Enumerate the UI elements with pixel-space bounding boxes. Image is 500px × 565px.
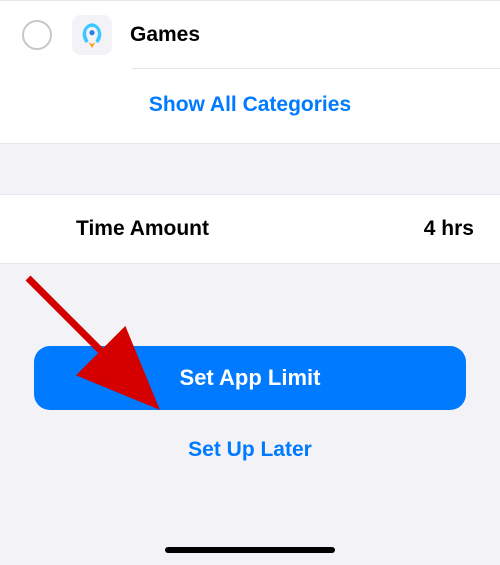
set-up-later-label: Set Up Later <box>188 438 312 461</box>
category-label: Games <box>130 23 200 47</box>
button-area: Set App Limit Set Up Later <box>0 346 500 470</box>
category-row-games[interactable]: Games <box>0 1 500 69</box>
time-amount-label: Time Amount <box>76 217 209 241</box>
section-gap-2 <box>0 264 500 346</box>
show-all-categories-row[interactable]: Show All Categories <box>0 69 500 143</box>
time-amount-section: Time Amount 4 hrs <box>0 194 500 264</box>
set-app-limit-label: Set App Limit <box>180 365 321 391</box>
set-app-limit-button[interactable]: Set App Limit <box>34 346 466 410</box>
section-gap <box>0 144 500 194</box>
set-up-later-button[interactable]: Set Up Later <box>34 430 466 470</box>
home-indicator <box>165 547 335 553</box>
time-amount-row[interactable]: Time Amount 4 hrs <box>0 195 500 263</box>
rocket-icon <box>72 15 112 55</box>
time-amount-value: 4 hrs <box>424 217 474 241</box>
radio-unchecked-icon[interactable] <box>22 20 52 50</box>
show-all-categories-link[interactable]: Show All Categories <box>149 93 351 116</box>
categories-section: Games Show All Categories <box>0 0 500 144</box>
